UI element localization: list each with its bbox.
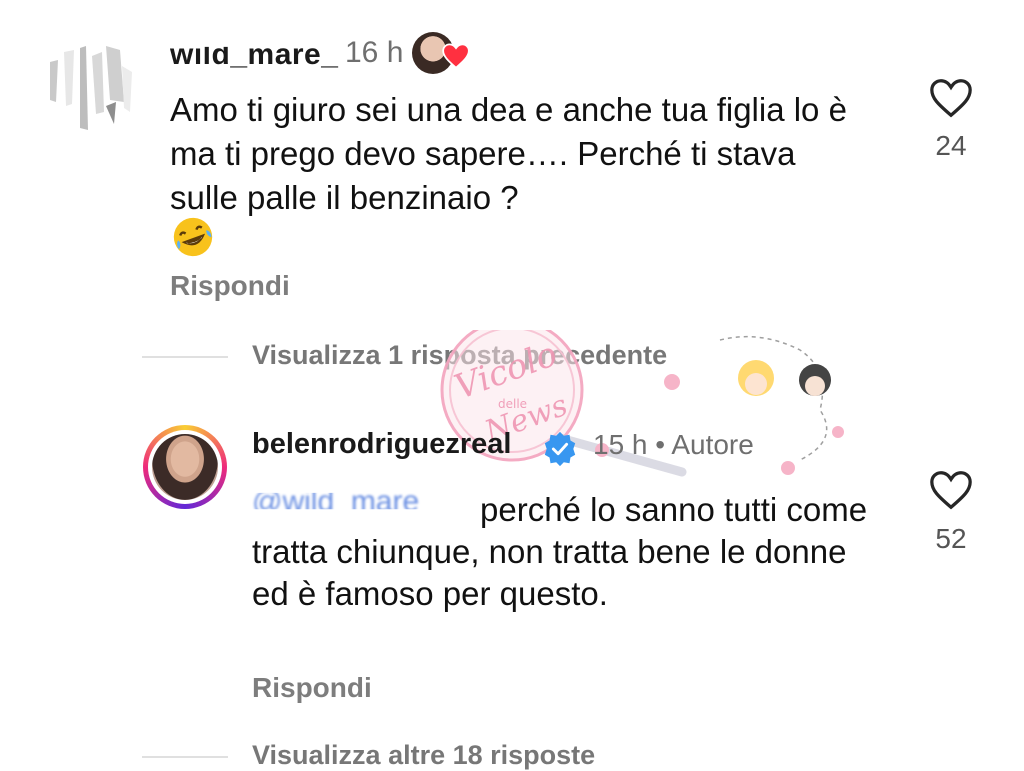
author-avatar[interactable] bbox=[143, 425, 227, 509]
view-more-replies-button[interactable]: Visualizza altre 18 risposte bbox=[252, 740, 595, 771]
reply-button[interactable]: Rispondi bbox=[252, 672, 372, 704]
like-count: 52 bbox=[935, 523, 967, 554]
thread-divider bbox=[142, 756, 228, 758]
heart-outline-icon[interactable] bbox=[928, 76, 974, 120]
author-badge: Autore bbox=[671, 429, 754, 460]
commenter-avatar[interactable] bbox=[44, 42, 138, 134]
heart-outline-icon[interactable] bbox=[928, 468, 974, 512]
comment-text: perché lo sanno tutti come tratta chiunq… bbox=[252, 491, 868, 612]
heart-filled-icon bbox=[442, 43, 470, 69]
commenter-username[interactable]: wild_mare_ bbox=[170, 47, 338, 72]
comment-timestamp: 15 h • Autore bbox=[593, 429, 754, 460]
thread-divider bbox=[142, 356, 228, 358]
comment-text: Amo ti giuro sei una dea e anche tua fig… bbox=[170, 91, 847, 216]
comment-timestamp: 16 h bbox=[345, 36, 404, 69]
watermark-logo: Vicolo delle News bbox=[440, 330, 844, 477]
rolling-on-floor-laughing-icon bbox=[173, 217, 213, 257]
reply-button[interactable]: Rispondi bbox=[170, 270, 290, 302]
author-username[interactable]: belenrodriguezreal bbox=[252, 428, 511, 461]
verified-badge-icon bbox=[544, 431, 576, 467]
like-count: 24 bbox=[935, 130, 967, 161]
